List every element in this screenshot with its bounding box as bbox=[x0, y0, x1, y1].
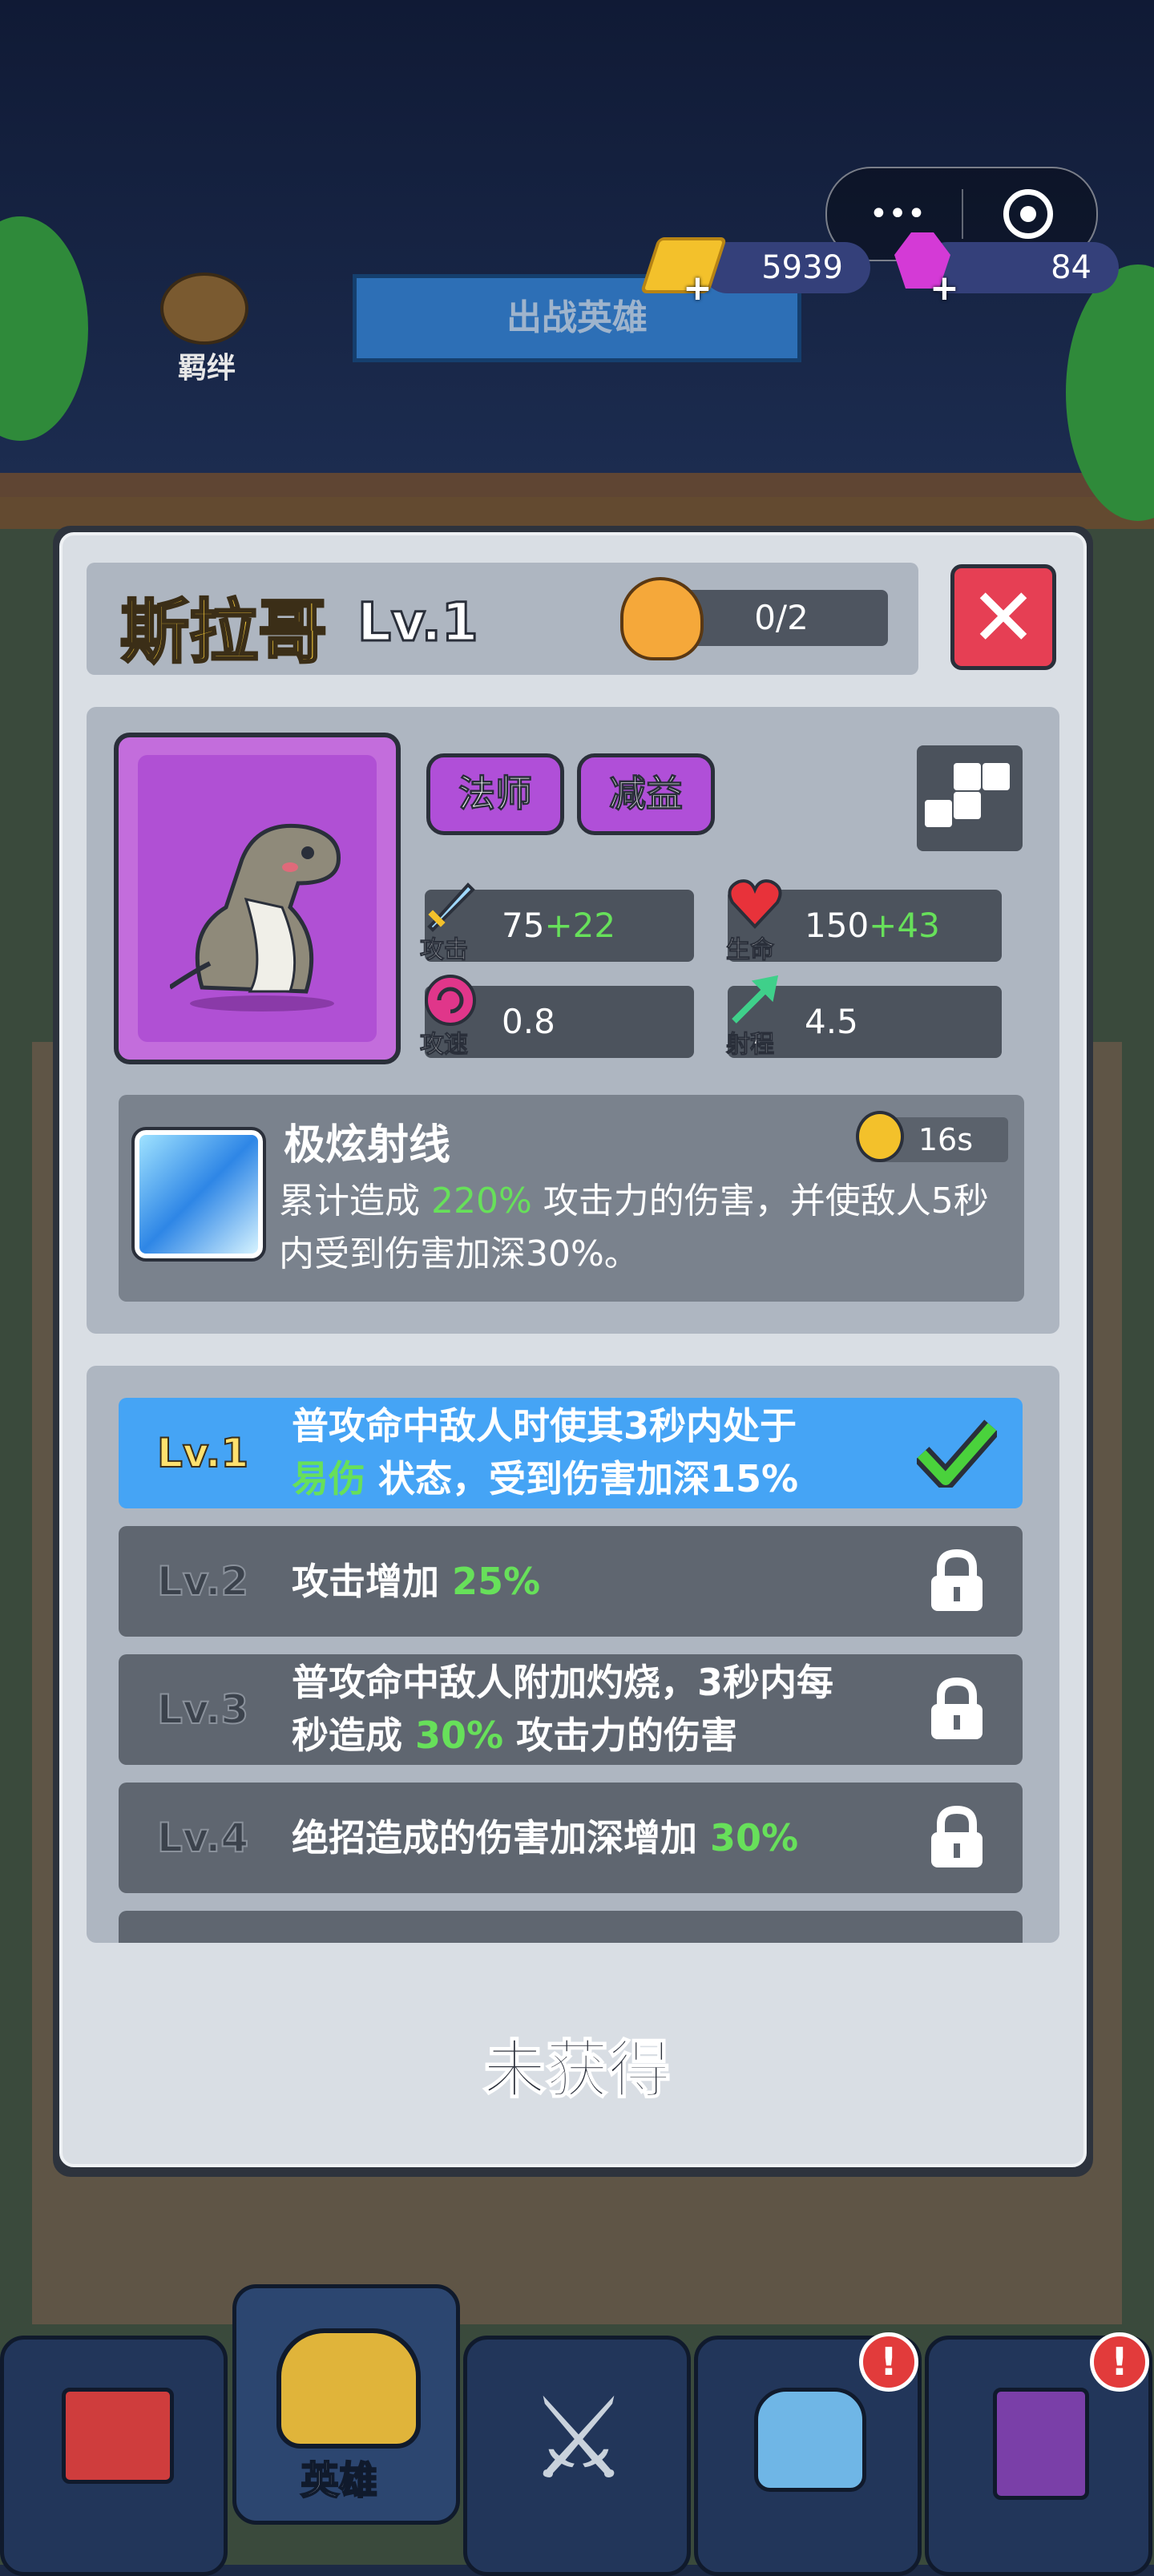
shop-icon bbox=[62, 2388, 174, 2484]
fist-icon bbox=[754, 2388, 866, 2492]
hp-label: 生命 bbox=[726, 936, 775, 965]
book-icon bbox=[993, 2388, 1089, 2500]
shape-cell bbox=[954, 763, 981, 790]
tab-battle[interactable]: ⚔ bbox=[463, 2336, 691, 2576]
level-description: 绝招造成的伤害加深增加 30% bbox=[292, 1811, 917, 1864]
level-desc-line: 攻击增加 bbox=[292, 1560, 453, 1603]
level-desc-highlight: 25% bbox=[452, 1560, 541, 1603]
hp-bonus: +43 bbox=[869, 906, 940, 945]
skill-description: 累计造成 220% 攻击力的伤害，并使敌人5秒内受到伤害加深30%。 bbox=[279, 1175, 1000, 1281]
crossed-swords-icon: ⚔ bbox=[528, 2374, 629, 2505]
portrait-background bbox=[138, 755, 377, 1042]
level-desc-highlight: 易伤 bbox=[292, 1457, 365, 1500]
shape-cell bbox=[983, 763, 1010, 790]
gold-counter: 5939 bbox=[702, 242, 870, 293]
level-desc-line: 绝招造成的伤害加深增加 bbox=[292, 1816, 711, 1859]
skill-desc-part: 累计造成 bbox=[279, 1181, 431, 1221]
helmet-icon bbox=[276, 2328, 421, 2449]
level-list[interactable]: Lv.1 普攻命中敌人时使其3秒内处于 易伤 状态，受到伤害加深15% Lv.2… bbox=[87, 1366, 1059, 1943]
level-row-3[interactable]: Lv.3 普攻命中敌人附加灼烧，3秒内每 秒造成 30% 攻击力的伤害 bbox=[119, 1654, 1023, 1765]
swirl-icon bbox=[425, 975, 476, 1026]
book-alert-badge: ! bbox=[1090, 2332, 1149, 2392]
close-miniprogram-button[interactable] bbox=[1003, 189, 1053, 239]
target-icon bbox=[1020, 206, 1036, 222]
level-label: Lv.1 bbox=[156, 1429, 249, 1477]
tag-mage: 法师 bbox=[426, 753, 564, 835]
dinosaur-icon bbox=[170, 823, 341, 1011]
heart-icon bbox=[728, 879, 782, 929]
attack-speed-label: 攻速 bbox=[420, 1031, 469, 1060]
attack-base: 75 bbox=[502, 906, 545, 945]
acquire-status: 未获得 bbox=[482, 2033, 672, 2107]
hero-name: 斯拉哥 bbox=[119, 592, 329, 674]
level-desc-line: 状态，受到伤害加深15% bbox=[365, 1457, 799, 1500]
attack-label: 攻击 bbox=[420, 936, 469, 965]
check-icon bbox=[917, 1419, 997, 1488]
hero-portrait bbox=[114, 733, 401, 1064]
handshake-icon[interactable] bbox=[160, 273, 248, 345]
stopwatch-icon bbox=[856, 1111, 904, 1162]
level-row-4[interactable]: Lv.4 绝招造成的伤害加深增加 30% bbox=[119, 1783, 1023, 1893]
add-gem-button[interactable]: + bbox=[930, 268, 959, 309]
level-label: Lv.4 bbox=[156, 1814, 249, 1862]
range-label: 射程 bbox=[726, 1031, 775, 1060]
level-label: Lv.3 bbox=[156, 1686, 249, 1734]
level-row-1[interactable]: Lv.1 普攻命中敌人时使其3秒内处于 易伤 状态，受到伤害加深15% bbox=[119, 1398, 1023, 1508]
add-gold-button[interactable]: + bbox=[683, 268, 712, 309]
hp-base: 150 bbox=[805, 906, 870, 945]
tab-hero[interactable]: 英雄 bbox=[232, 2284, 460, 2525]
level-desc-line: 普攻命中敌人附加灼烧，3秒内每 bbox=[292, 1661, 834, 1704]
arrow-icon bbox=[732, 975, 779, 1024]
level-description: 普攻命中敌人附加灼烧，3秒内每 秒造成 30% 攻击力的伤害 bbox=[292, 1656, 917, 1762]
bond-label: 羁绊 bbox=[178, 352, 236, 385]
level-desc-highlight: 30% bbox=[710, 1816, 799, 1859]
fragment-progress: 0/2 bbox=[675, 590, 888, 646]
level-desc-line: 普攻命中敌人时使其3秒内处于 bbox=[292, 1404, 797, 1447]
upgrade-alert-badge: ! bbox=[859, 2332, 918, 2392]
level-desc-line: 秒造成 bbox=[292, 1714, 416, 1757]
level-desc-highlight: 30% bbox=[415, 1714, 504, 1757]
skill-desc-highlight: 220% bbox=[431, 1181, 532, 1221]
capsule-divider bbox=[962, 189, 963, 239]
level-label: Lv.2 bbox=[156, 1557, 249, 1605]
tab-shop[interactable] bbox=[0, 2336, 228, 2576]
close-button[interactable]: ✕ bbox=[950, 564, 1056, 670]
level-desc-line: 攻击力的伤害 bbox=[503, 1714, 738, 1757]
sword-icon bbox=[427, 882, 475, 932]
level-row-5[interactable] bbox=[119, 1911, 1023, 1943]
tag-debuff: 减益 bbox=[577, 753, 715, 835]
tab-hero-label: 英雄 bbox=[300, 2457, 378, 2504]
lock-icon bbox=[931, 1677, 983, 1739]
lock-icon bbox=[931, 1805, 983, 1867]
hero-level: Lv.1 bbox=[357, 591, 480, 655]
skill-beam-icon[interactable] bbox=[131, 1127, 266, 1262]
skill-name: 极炫射线 bbox=[284, 1121, 451, 1169]
attack-bonus: +22 bbox=[544, 906, 616, 945]
level-description: 攻击增加 25% bbox=[292, 1555, 917, 1608]
shape-cell bbox=[925, 800, 952, 827]
formation-shape[interactable] bbox=[917, 745, 1023, 851]
level-row-2[interactable]: Lv.2 攻击增加 25% bbox=[119, 1526, 1023, 1637]
fence bbox=[0, 473, 1154, 529]
lock-icon bbox=[931, 1548, 983, 1611]
hero-fragment-icon bbox=[620, 577, 704, 660]
level-description: 普攻命中敌人时使其3秒内处于 易伤 状态，受到伤害加深15% bbox=[292, 1399, 917, 1505]
close-icon: ✕ bbox=[970, 571, 1037, 664]
shape-cell bbox=[954, 792, 981, 819]
